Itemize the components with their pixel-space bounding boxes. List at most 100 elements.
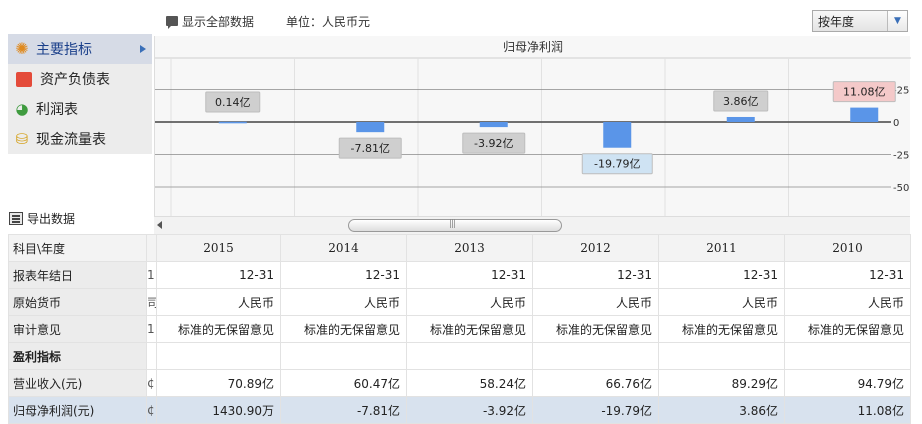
table-cell: 人民币 [532,288,659,316]
data-label: -19.79亿 [594,158,640,171]
export-label: 导出数据 [27,212,76,226]
table-cell: 66.76亿 [532,369,659,397]
row-stub: 1 [146,261,157,289]
table-cell: 58.24亿 [406,369,533,397]
financial-table: 科目\年度 2015 2014 2013 2012 2011 2010 报表年结日 1 12-31… [8,234,911,424]
data-label: 3.86亿 [723,95,759,108]
table-cell: 12-31 [658,261,785,289]
table-cell [280,342,407,370]
y-tick-label: -50 [893,183,909,194]
table-cell: -7.81亿 [280,396,407,424]
table-cell [784,342,911,370]
table-row: 原始货币司人民币人民币人民币人民币人民币人民币 [8,288,911,316]
nav-item-main-indicators[interactable]: ✺ 主要指标 [8,34,152,64]
nav-item-cash-flow[interactable]: ⛁ 现金流量表 [8,124,152,154]
nav-item-label: 主要指标 [36,42,92,58]
bar [726,116,755,122]
toolbar: 显示全部数据 单位：人民币元 按年度 ▼ [0,0,922,34]
table-row: 审计意见 1 标准的无保留意见 标准的无保留意见 标准的无保留意见 标准的无保留意见 标准的… [8,315,911,343]
table-cell [406,342,533,370]
table-cell: 89.29亿 [658,369,785,397]
table-cell [532,342,659,370]
row-stub [146,342,157,370]
bar [479,122,508,128]
bar [850,107,879,122]
row-label: 原始货币 [8,288,147,316]
period-select-value: 按年度 [818,14,855,29]
table-cell: 12-31 [406,261,533,289]
table-cell: 人民币 [406,288,533,316]
period-select[interactable]: 按年度 ▼ [812,10,908,32]
left-nav: ✺ 主要指标 资产负债表 ◕ 利润表 ⛁ 现金流量表 [8,34,152,154]
table-cell: 12-31 [280,261,407,289]
data-label: -7.81亿 [351,142,390,155]
row-label: 营业收入(元) [8,369,147,397]
table-cell: 人民币 [784,288,911,316]
year-header[interactable]: 2012 [532,234,659,262]
coins-icon: ⛁ [15,130,29,148]
year-header[interactable]: 2013 [406,234,533,262]
table-cell: 标准的无保留意见 [156,315,281,343]
table-cell: 人民币 [280,288,407,316]
table-cell: 1430.90万 [156,396,281,424]
header-stub [146,234,157,262]
bar [603,122,632,148]
y-tick-label: -25 [893,151,909,162]
table-cell: 70.89亿 [156,369,281,397]
row-label: 归母净利润(元) [8,396,147,424]
net-profit-chart: 归母净利润 -25 0 -25 -50 0.14亿 -7.81亿 -3.92亿 -19.79亿 3… [154,36,911,216]
year-header[interactable]: 2010 [784,234,911,262]
table-cell: -3.92亿 [406,396,533,424]
data-label: 11.08亿 [843,86,886,99]
table-row: 报表年结日 1 12-31 12-31 12-31 12-31 12-31 12-31 [8,261,911,289]
chart-scrollbar[interactable] [154,216,910,234]
data-label: -3.92亿 [474,137,513,150]
show-all-label: 显示全部数据 [182,14,255,29]
chart-title: 归母净利润 [503,40,563,54]
table-cell: 标准的无保留意见 [532,315,659,343]
scroll-left-icon[interactable] [157,221,162,229]
table-cell: 标准的无保留意见 [280,315,407,343]
corner-header: 科目\年度 [8,234,147,262]
table-cell: 12-31 [784,261,911,289]
row-label: 盈利指标 [8,342,147,370]
table-row: 营业收入(元) ¢ 70.89亿 60.47亿 58.24亿 66.76亿 89.29亿 94… [8,369,911,397]
table-cell: 标准的无保留意见 [784,315,911,343]
table-cell: -19.79亿 [532,396,659,424]
table-header-row: 科目\年度 2015 2014 2013 2012 2011 2010 [8,234,911,262]
data-label: 0.14亿 [215,96,251,109]
table-cell: 标准的无保留意见 [406,315,533,343]
table-cell: 人民币 [156,288,281,316]
bar [356,122,385,133]
nav-item-label: 现金流量表 [36,132,106,148]
row-label: 审计意见 [8,315,147,343]
year-header[interactable]: 2011 [658,234,785,262]
star-icon: ✺ [15,39,29,58]
year-header[interactable]: 2014 [280,234,407,262]
row-stub: 1 [146,315,157,343]
show-all-data-button[interactable]: 显示全部数据 [166,13,254,29]
export-data-button[interactable]: 导出数据 [9,210,75,227]
table-cell: 60.47亿 [280,369,407,397]
y-tick-label: 0 [893,118,899,129]
table-cell [658,342,785,370]
table-cell: 12-31 [156,261,281,289]
table-cell: 3.86亿 [658,396,785,424]
unit-label: 单位：人民币元 [286,15,371,29]
chevron-down-icon[interactable]: ▼ [887,11,907,31]
table-row: 盈利指标 [8,342,911,370]
scroll-thumb[interactable] [348,219,562,232]
row-stub: ¢ [146,396,157,424]
table-row: 归母净利润(元) ¢ 1430.90万 -7.81亿 -3.92亿 -19.79亿 3.86… [8,396,911,424]
nav-item-balance-sheet[interactable]: 资产负债表 [8,64,152,94]
year-header[interactable]: 2015 [156,234,281,262]
comment-icon [166,16,178,29]
row-stub: 司 [146,288,157,316]
table-cell: 94.79亿 [784,369,911,397]
row-label: 报表年结日 [8,261,147,289]
table-cell [156,342,281,370]
nav-item-income-statement[interactable]: ◕ 利润表 [8,94,152,124]
bar [218,121,247,124]
chevron-right-icon [140,45,146,53]
pie-icon: ◕ [15,100,29,118]
